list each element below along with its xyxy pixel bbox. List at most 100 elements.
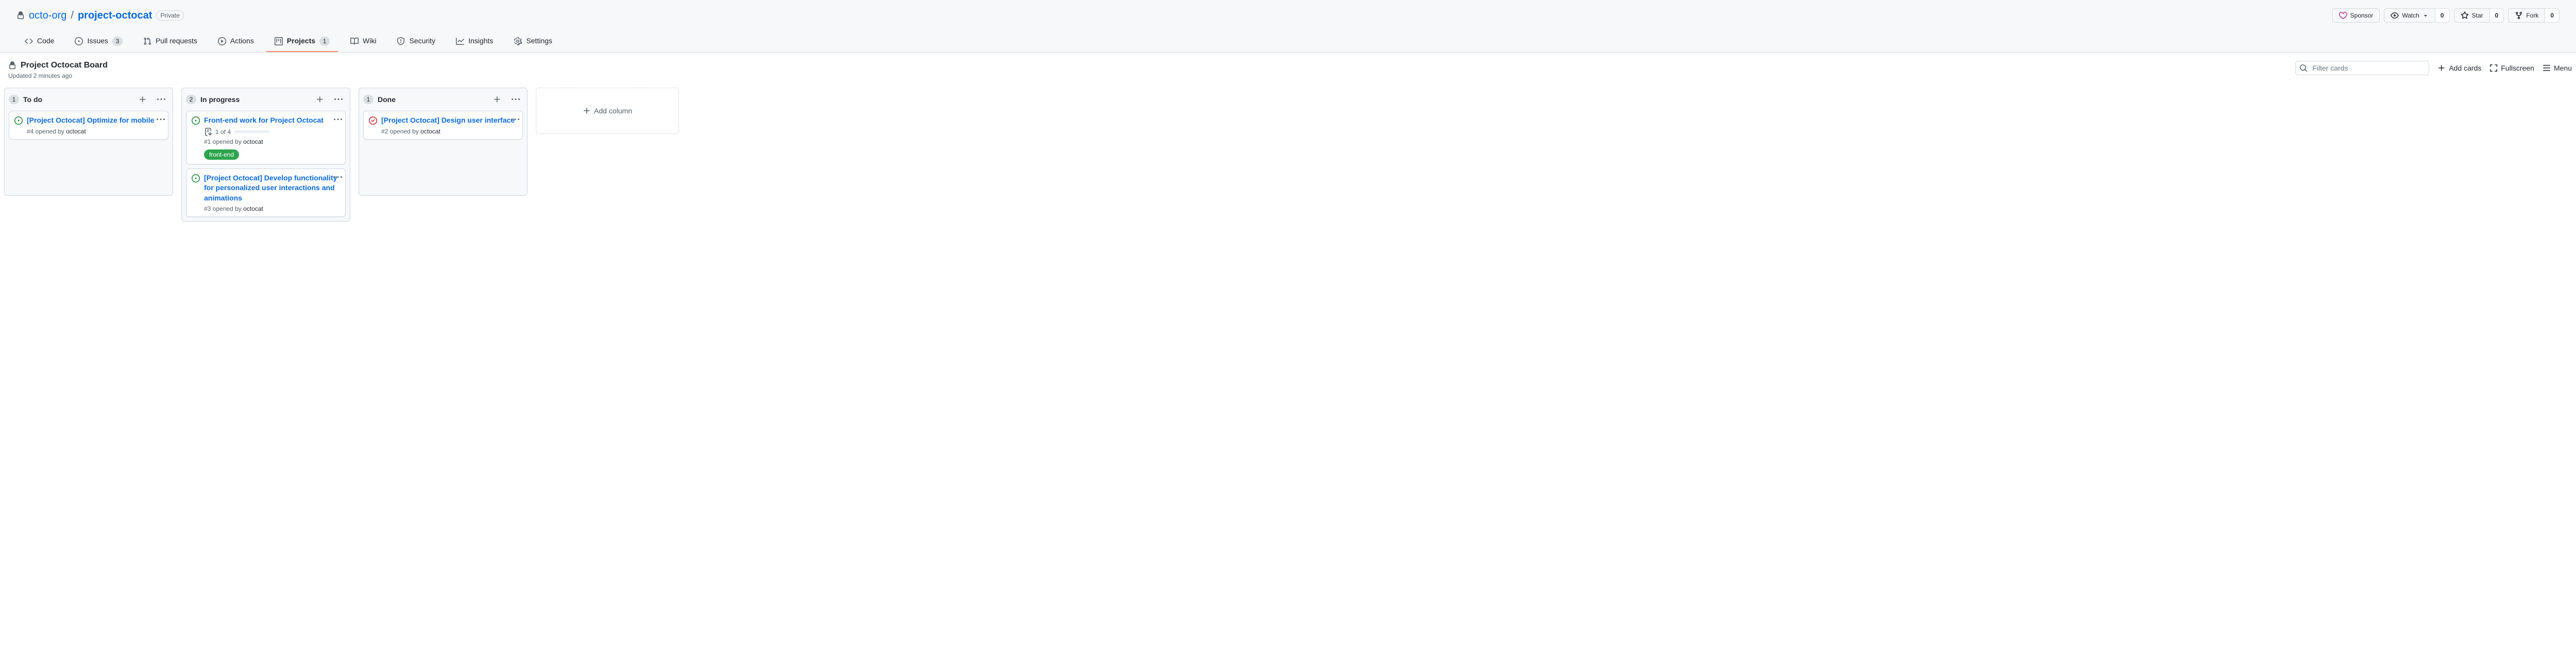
watch-count[interactable]: 0 [2435,8,2450,23]
tab-code[interactable]: Code [16,31,62,52]
card[interactable]: [Project Octocat] Design user interface #… [363,111,523,140]
book-icon [350,37,359,45]
column-cards: Front-end work for Project Octocat 1 of 4… [182,111,350,221]
card-menu-button[interactable] [333,114,343,125]
watch-label: Watch [2402,10,2419,21]
menu-button[interactable]: Menu [2543,64,2572,72]
card-meta: #2 opened by octocat [381,128,517,135]
fullscreen-icon [2489,64,2498,72]
plus-icon [493,95,501,104]
fullscreen-button[interactable]: Fullscreen [2489,64,2534,72]
projects-count: 1 [319,37,330,46]
tab-issues-label: Issues [87,35,108,47]
card-tasklist: 1 of 4 [204,128,340,136]
tab-actions[interactable]: Actions [210,31,262,52]
board-column: 1Done[Project Octocat] Design user inter… [359,88,528,196]
column-add-button[interactable] [313,92,327,107]
progress-bar [234,130,270,133]
column-menu-button[interactable] [154,92,168,107]
issue-status-icon [14,116,23,125]
label-pill[interactable]: front-end [204,149,239,160]
tab-settings-label: Settings [526,35,552,47]
watch-button[interactable]: Watch [2384,8,2435,23]
column-menu-button[interactable] [331,92,346,107]
project-title: Project Octocat Board [21,61,108,70]
card-author[interactable]: octocat [66,128,86,135]
issue-status-icon [369,116,377,125]
graph-icon [456,37,464,45]
project-icon [275,37,283,45]
plus-icon [2437,64,2446,72]
card-author[interactable]: octocat [420,128,440,135]
menu-label: Menu [2554,64,2572,72]
heart-icon [2339,11,2347,20]
issue-status-icon [192,174,200,182]
search-wrap [2295,61,2429,75]
tab-actions-label: Actions [230,35,254,47]
card-menu-button[interactable] [333,172,343,182]
tab-projects[interactable]: Projects 1 [266,31,338,52]
eye-icon [2391,11,2399,20]
slash: / [71,10,74,22]
card[interactable]: [Project Octocat] Optimize for mobile#4 … [9,111,168,140]
tab-issues[interactable]: Issues 3 [66,31,130,52]
column-cards: [Project Octocat] Optimize for mobile#4 … [5,111,173,144]
fork-count[interactable]: 0 [2545,8,2560,23]
search-input[interactable] [2295,61,2429,75]
repo-nav: Code Issues 3 Pull requests Actions Proj… [16,31,2560,52]
add-column-button[interactable]: Add column [536,88,679,134]
card-title[interactable]: Front-end work for Project Octocat [204,115,324,126]
card-author[interactable]: octocat [243,205,263,212]
pull-request-icon [143,37,151,45]
kebab-icon [157,95,165,104]
column-title: Done [378,95,486,104]
card-title[interactable]: [Project Octocat] Design user interface [381,115,515,126]
card-menu-button[interactable] [510,114,520,125]
sponsor-button[interactable]: Sponsor [2332,8,2380,23]
tab-pulls[interactable]: Pull requests [135,31,206,52]
column-menu-button[interactable] [509,92,523,107]
fork-icon [2515,11,2523,20]
add-cards-button[interactable]: Add cards [2437,64,2481,72]
tab-wiki[interactable]: Wiki [342,31,384,52]
tasklist-text: 1 of 4 [215,128,231,136]
tasklist-icon [204,128,212,136]
repo-title: octo-org / project-octocat Private [16,10,184,22]
fork-label: Fork [2526,10,2538,21]
sponsor-label: Sponsor [2350,10,2374,21]
repo-name-link[interactable]: project-octocat [78,10,152,22]
plus-icon [316,95,324,104]
kebab-icon [157,115,165,124]
add-cards-label: Add cards [2449,64,2481,72]
plus-icon [139,95,147,104]
tab-settings[interactable]: Settings [505,31,561,52]
card-menu-button[interactable] [156,114,166,125]
tab-pulls-label: Pull requests [156,35,197,47]
column-add-button[interactable] [135,92,150,107]
star-icon [2461,11,2469,20]
issue-status-icon [192,116,200,125]
fullscreen-label: Fullscreen [2501,64,2534,72]
search-icon [2299,64,2308,72]
card-author[interactable]: octocat [243,138,263,145]
card-title[interactable]: [Project Octocat] Develop functionality … [204,173,340,204]
star-group: Star 0 [2454,8,2504,23]
fork-group: Fork 0 [2508,8,2560,23]
card[interactable]: Front-end work for Project Octocat 1 of 4… [186,111,346,164]
bars-icon [2543,64,2551,72]
fork-button[interactable]: Fork [2508,8,2545,23]
star-count[interactable]: 0 [2490,8,2504,23]
issue-icon [75,37,83,45]
repo-org-link[interactable]: octo-org [29,10,66,22]
card[interactable]: [Project Octocat] Develop functionality … [186,169,346,217]
tab-security[interactable]: Security [388,31,444,52]
play-icon [218,37,226,45]
watch-group: Watch 0 [2384,8,2449,23]
star-button[interactable]: Star [2454,8,2490,23]
tab-wiki-label: Wiki [363,35,376,47]
kebab-icon [334,173,342,181]
card-title[interactable]: [Project Octocat] Optimize for mobile [27,115,154,126]
column-add-button[interactable] [490,92,504,107]
tab-insights[interactable]: Insights [448,31,501,52]
kebab-icon [334,95,343,104]
